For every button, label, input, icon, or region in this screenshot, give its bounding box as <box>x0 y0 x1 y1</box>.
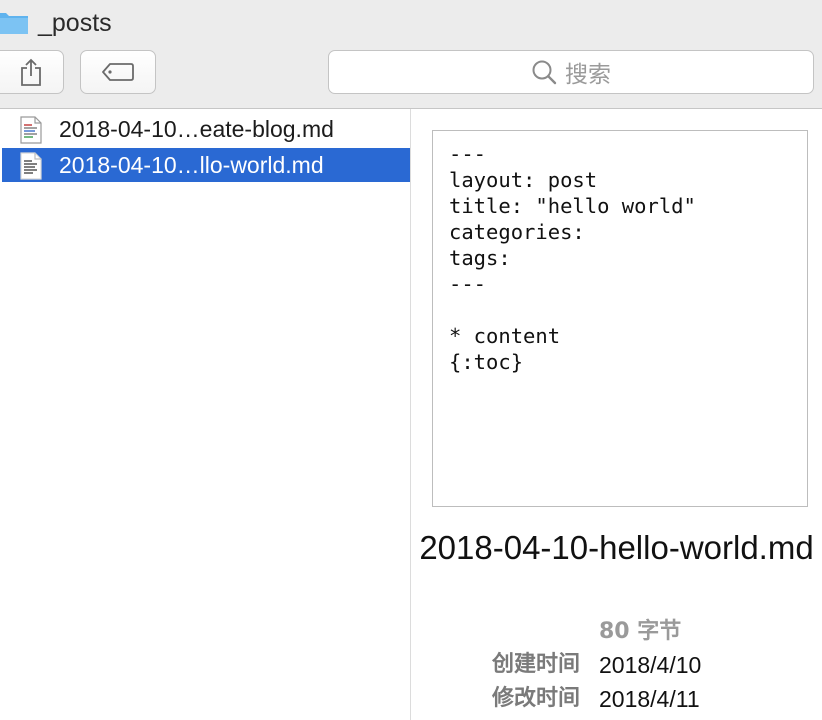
file-row[interactable]: 2018-04-10…eate-blog.md <box>2 112 410 146</box>
meta-row-created: 创建时间 2018/4/10 <box>411 648 822 682</box>
file-list[interactable]: 2018-04-10…eate-blog.md 2018-04-10…llo-w… <box>0 109 411 720</box>
file-row-selected[interactable]: 2018-04-10…llo-world.md <box>2 148 410 182</box>
tag-icon <box>102 63 134 81</box>
file-name: 2018-04-10…llo-world.md <box>59 152 324 178</box>
search-placeholder: 搜索 <box>565 62 611 88</box>
share-icon <box>21 58 41 86</box>
file-preview: --- layout: post title: "hello world" ca… <box>432 130 808 507</box>
markdown-file-icon <box>20 152 42 180</box>
meta-label: 修改时间 <box>491 686 580 711</box>
meta-value: 2018/4/11 <box>599 686 700 712</box>
meta-row-modified: 修改时间 2018/4/11 <box>411 682 822 716</box>
preview-filename: 2018-04-10-hello-world.md <box>419 529 814 566</box>
title-bar: _posts <box>0 0 822 46</box>
window-title: _posts <box>38 9 112 37</box>
tag-button[interactable] <box>80 50 156 94</box>
file-name: 2018-04-10…eate-blog.md <box>59 116 334 142</box>
meta-label: 创建时间 <box>491 652 580 677</box>
preview-pane: --- layout: post title: "hello world" ca… <box>411 109 822 720</box>
share-button[interactable] <box>0 50 64 94</box>
meta-value: 2018/4/10 <box>599 652 702 678</box>
file-size: 80 字节 <box>599 619 682 644</box>
toolbar: 搜索 <box>0 46 822 109</box>
markdown-file-icon <box>20 116 42 144</box>
search-input[interactable]: 搜索 <box>328 50 814 94</box>
search-icon <box>532 60 557 85</box>
folder-icon <box>0 13 28 34</box>
preview-content: --- layout: post title: "hello world" ca… <box>449 142 696 374</box>
